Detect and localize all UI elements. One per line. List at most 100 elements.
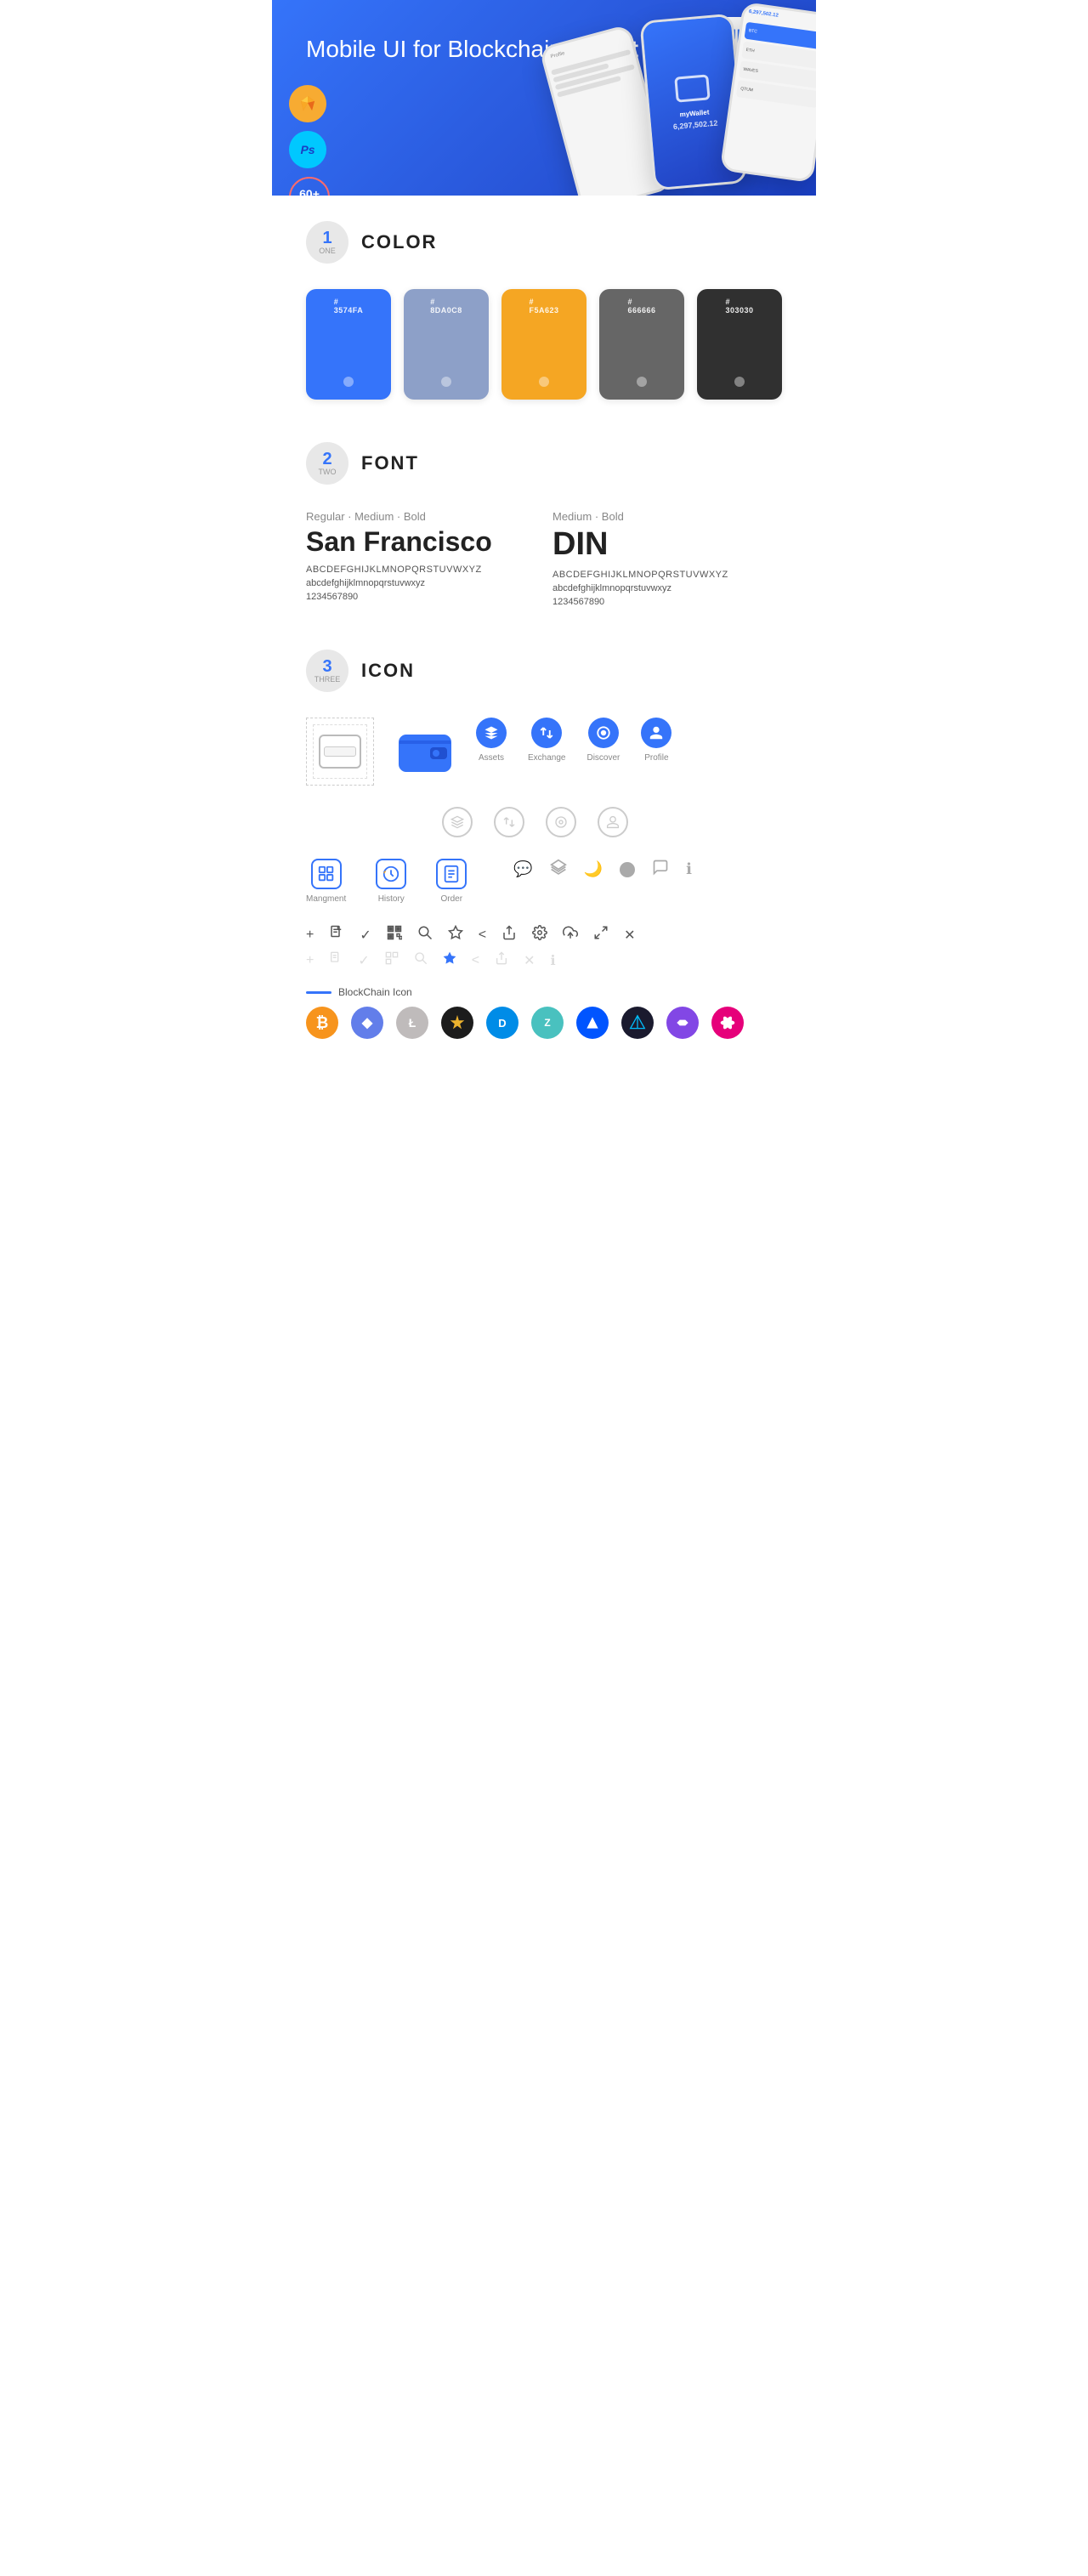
check-outline-icon[interactable]: ✓ [358,952,369,969]
icon-section: 3 THREE ICON [306,650,782,1039]
profile-icon [641,718,672,748]
color-swatch-gray: #666666 [599,289,684,400]
chat-icon[interactable]: 💬 [513,860,532,878]
nav-exchange[interactable]: Exchange [528,718,565,763]
zec-icon[interactable] [441,1007,473,1039]
qr-outline-icon[interactable] [385,951,399,969]
zil-icon[interactable]: Z [531,1007,564,1039]
misc-icons-group: 💬 🌙 ℹ [513,859,692,880]
color-section-header: 1 ONE COLOR [306,221,782,264]
sketch-badge [289,85,326,122]
font-section: 2 TWO FONT Regular · Medium · Bold San F… [306,442,782,607]
ps-badge: Ps [289,131,326,168]
nav-discover[interactable]: Discover [586,718,620,763]
nav-icons-outline-row [306,807,782,837]
main-content: 1 ONE COLOR #3574FA #8DA0C8 #F5A623 #666… [272,196,816,1107]
star-icon[interactable] [448,925,463,945]
tools-row-2: + ✓ [306,951,782,969]
order-icon [436,859,467,889]
plus-outline-icon[interactable]: + [306,953,314,968]
history-icon [376,859,406,889]
chevron-left-outline-icon[interactable]: < [472,953,479,968]
color-swatch-slate: #8DA0C8 [404,289,489,400]
section-number-1: 1 ONE [306,221,348,264]
section-number-3: 3 THREE [306,650,348,692]
app-management[interactable]: Mangment [306,859,346,904]
eth-icon[interactable]: ◆ [351,1007,383,1039]
layers-icon[interactable] [550,859,567,880]
hero-section: Mobile UI for Blockchain Wallet UI Kit P… [272,0,816,196]
color-swatches-container: #3574FA #8DA0C8 #F5A623 #666666 #303030 [306,289,782,400]
ltc-icon[interactable]: Ł [396,1007,428,1039]
icon-title: ICON [361,660,415,682]
history-label: History [378,894,405,904]
font-din: Medium · Bold DIN ABCDEFGHIJKLMNOPQRSTUV… [552,510,782,607]
font-title: FONT [361,452,419,474]
btc-icon[interactable]: ₿ [306,1007,338,1039]
waves-icon[interactable] [576,1007,609,1039]
app-order[interactable]: Order [436,859,467,904]
search-outline-icon[interactable] [414,951,428,969]
icon-guideline-box [306,718,374,786]
info-icon[interactable]: ℹ [686,860,692,878]
resize-icon[interactable] [593,925,609,945]
phone-mockups: Profile myWallet 6,297,502.12 6,297,502.… [552,9,816,179]
font-section-header: 2 TWO FONT [306,442,782,485]
wallet-icon-filled [391,718,459,786]
chat2-icon[interactable] [652,859,669,880]
dash-icon[interactable]: D [486,1007,518,1039]
app-history[interactable]: History [376,859,406,904]
icon-demo-row: Assets Exchange [306,718,782,786]
color-title: COLOR [361,231,437,253]
blockchain-label: BlockChain Icon [306,986,782,998]
font-grid: Regular · Medium · Bold San Francisco AB… [306,510,782,607]
share-outline-icon[interactable] [495,951,508,969]
assets-label: Assets [479,753,504,763]
assets-icon [476,718,507,748]
order-label: Order [440,894,462,904]
qr-icon[interactable] [387,925,402,945]
profile-label: Profile [644,753,668,763]
plus-icon[interactable]: + [306,928,314,943]
check-icon[interactable]: ✓ [360,927,371,944]
screens-badge: 60+ Screens [289,177,330,196]
discover-icon [588,718,619,748]
color-swatch-dark: #303030 [697,289,782,400]
management-icon [311,859,342,889]
nav-profile[interactable]: Profile [641,718,672,763]
aion-icon[interactable] [621,1007,654,1039]
profile-icon-outline[interactable] [598,807,628,837]
color-swatch-blue: #3574FA [306,289,391,400]
settings-icon[interactable] [532,925,547,945]
document-icon[interactable] [329,925,344,945]
share-icon[interactable] [502,925,517,945]
exchange-icon [531,718,562,748]
info-outline-icon[interactable]: ℹ [551,952,556,969]
matic-icon[interactable] [666,1007,699,1039]
nav-icons-group: Assets Exchange [476,718,672,786]
discover-label: Discover [586,753,620,763]
document-outline-icon[interactable] [329,951,343,969]
x-outline-icon[interactable]: ✕ [524,952,535,969]
crypto-icons-row: ₿ ◆ Ł D Z [306,1007,782,1039]
font-sf: Regular · Medium · Bold San Francisco AB… [306,510,536,607]
search-icon[interactable] [417,925,433,945]
star-filled-icon[interactable] [443,951,456,969]
discover-icon-outline[interactable] [546,807,576,837]
assets-icon-outline[interactable] [442,807,473,837]
upload-icon[interactable] [563,925,578,945]
dot-icon[interactable] [711,1007,744,1039]
color-section: 1 ONE COLOR #3574FA #8DA0C8 #F5A623 #666… [306,221,782,400]
exchange-label: Exchange [528,753,565,763]
close-icon[interactable]: ✕ [624,927,635,944]
exchange-icon-outline[interactable] [494,807,524,837]
color-swatch-orange: #F5A623 [502,289,586,400]
management-label: Mangment [306,894,346,904]
badges-column: Ps 60+ Screens [289,85,330,196]
tools-row-1: + ✓ [306,925,782,945]
section-number-2: 2 TWO [306,442,348,485]
nav-assets[interactable]: Assets [476,718,507,763]
chevron-left-icon[interactable]: < [479,928,486,943]
circle-icon[interactable] [620,862,635,877]
moon-icon[interactable]: 🌙 [584,860,603,878]
